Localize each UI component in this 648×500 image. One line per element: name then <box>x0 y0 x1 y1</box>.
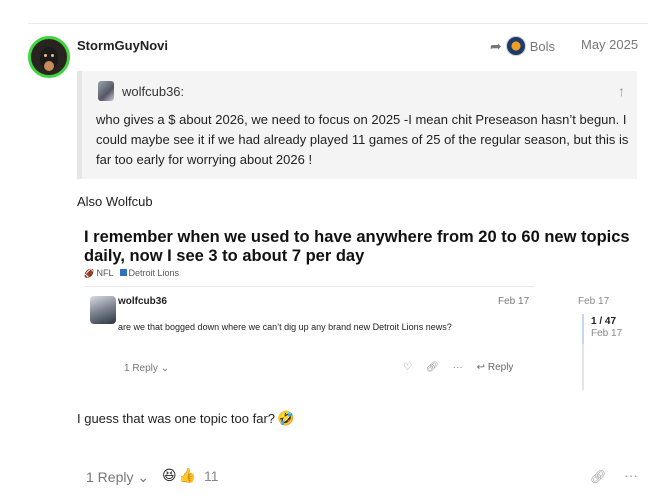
quote-author: wolfcub36: <box>122 83 185 99</box>
rofl-emoji-icon: 🤣 <box>277 410 295 426</box>
onebox-author[interactable]: wolfcub36 <box>118 296 167 307</box>
onebox-author-avatar[interactable] <box>90 296 116 324</box>
reply-to-name: Bols <box>529 38 556 54</box>
post-username[interactable]: StormGuyNovi <box>77 38 168 53</box>
arrow-up-icon[interactable]: ↑ <box>618 83 625 99</box>
reply-to-indicator[interactable]: ➦ Bols <box>490 36 555 56</box>
post-date[interactable]: May 2025 <box>581 37 638 52</box>
category-detroit-lions[interactable]: Detroit Lions <box>119 268 179 278</box>
more-icon[interactable]: ··· <box>624 467 638 483</box>
onebox-actions: ♡ 🔗︎ ··· ↩ Reply <box>403 362 513 373</box>
heart-icon[interactable]: ♡ <box>403 362 412 373</box>
onebox-date: Feb 17 <box>498 296 530 307</box>
reply-icon: ↩ <box>476 362 486 373</box>
grin-emoji-icon: 😆 <box>162 467 177 483</box>
timeline-current-date: Feb 17 <box>591 328 623 339</box>
onebox-categories: 🏈 NFL Detroit Lions <box>84 268 644 278</box>
football-icon: 🏈 <box>84 269 94 278</box>
timeline-start-date: Feb 17 <box>578 296 610 307</box>
chevron-down-icon: ⌄ <box>160 363 170 374</box>
onebox-reply-button[interactable]: ↩ Reply <box>477 362 514 373</box>
link-icon[interactable]: 🔗︎ <box>426 362 439 373</box>
replies-toggle[interactable]: 1 Reply ⌄ <box>86 469 149 486</box>
reactions[interactable]: 😆 👍 11 <box>162 467 219 484</box>
onebox-replies-toggle[interactable]: 1 Reply ⌄ <box>124 363 169 374</box>
reply-arrow-icon: ➦ <box>490 37 502 54</box>
quote-avatar <box>98 81 114 101</box>
topic-onebox: I remember when we used to have anywhere… <box>84 228 644 287</box>
more-icon[interactable]: ··· <box>453 362 463 373</box>
chevron-down-icon: ⌄ <box>137 469 150 485</box>
timeline-count: 1 / 47 <box>591 316 617 327</box>
onebox-excerpt: are we that bogged down where we can’t d… <box>118 322 452 332</box>
reply-to-avatar <box>505 36 526 56</box>
post-paragraph-1: Also Wolfcub <box>77 194 153 209</box>
reaction-count: 11 <box>204 467 219 484</box>
onebox-divider <box>84 286 534 287</box>
quote-header: wolfcub36: <box>98 81 184 101</box>
link-icon[interactable]: 🔗︎ <box>590 469 607 485</box>
category-square-icon <box>119 269 127 276</box>
top-divider <box>28 23 648 24</box>
timeline-handle[interactable] <box>582 314 584 344</box>
avatar[interactable] <box>28 36 70 78</box>
quote-text: who gives a $ about 2026, we need to foc… <box>96 112 629 167</box>
quote-block: wolfcub36: ↑ who gives a $ about 2026, w… <box>77 71 637 179</box>
category-nfl[interactable]: 🏈 NFL <box>84 268 114 278</box>
onebox-title[interactable]: I remember when we used to have anywhere… <box>84 228 644 266</box>
post-paragraph-2: I guess that was one topic too far? 🤣 <box>77 410 295 426</box>
thumbs-up-emoji-icon: 👍 <box>178 467 197 483</box>
